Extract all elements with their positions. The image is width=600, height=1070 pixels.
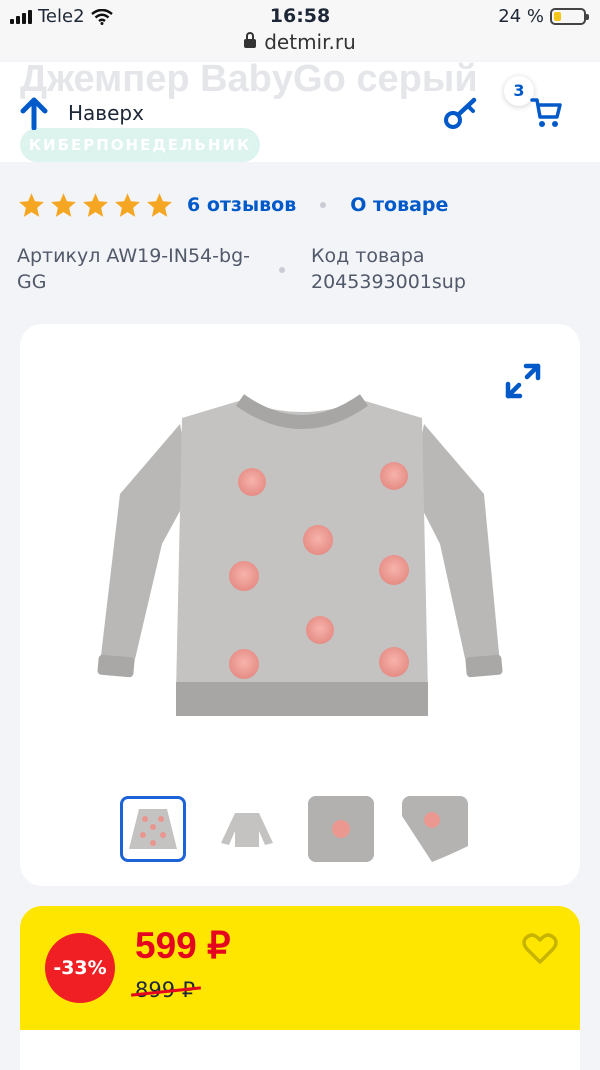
thumbnail-1[interactable] [120,796,186,862]
product-image[interactable] [92,394,512,734]
current-price: 599 ₽ [135,925,231,966]
url-text: detmir.ru [264,30,356,54]
star-icon [51,193,76,217]
key-icon [444,97,477,129]
battery-level [554,12,561,21]
scroll-top-button[interactable]: Наверх [20,96,144,130]
favorite-button[interactable] [522,933,558,969]
reviews-link[interactable]: 6 отзывов [187,194,296,216]
thumbnail-image [129,809,177,849]
thumbnail-image [402,796,468,862]
star-icon [19,193,44,217]
promo-badge: КИБЕРПОНЕДЕЛЬНИК [20,128,260,162]
arrow-up-icon [20,97,48,130]
thumbnail-image [308,796,374,862]
cart-icon [530,98,562,127]
star-icon [83,193,108,217]
heart-icon [522,933,558,964]
thumbnail-2[interactable] [214,796,280,862]
lock-icon [244,32,257,48]
discount-badge: -33% [45,933,115,1003]
rating-row: 6 отзывов О товаре [18,192,448,218]
scroll-top-label: Наверх [68,101,144,125]
product-code: Код товара 2045393001sup [311,245,466,293]
separator-dot [320,202,327,208]
login-button[interactable] [444,96,480,134]
battery-percent: 24 % [498,6,544,27]
status-bar: Tele2 16:58 24 % [0,0,600,34]
about-link[interactable]: О товаре [350,194,448,216]
star-icon [115,193,140,217]
rating-stars [18,192,173,218]
address-bar[interactable]: detmir.ru [0,30,600,60]
battery-icon [550,8,589,25]
next-card [20,1030,580,1070]
thumbnail-strip [120,796,468,862]
cart-button[interactable] [530,96,564,134]
thumbnail-image [221,813,273,847]
separator-dot [279,267,285,273]
price-card: -33% 599 ₽ 899 ₽ [20,906,580,1030]
status-right: 24 % [498,6,589,27]
product-gallery [20,324,580,886]
old-price: 899 ₽ [135,978,196,1002]
thumbnail-4[interactable] [402,796,468,862]
star-icon [147,193,172,217]
thumbnail-3[interactable] [308,796,374,862]
sticky-header: Джемпер BabyGo серый КИБЕРПОНЕДЕЛЬНИК На… [0,62,600,162]
article-number: Артикул AW19-IN54-bg-GG [17,245,250,293]
